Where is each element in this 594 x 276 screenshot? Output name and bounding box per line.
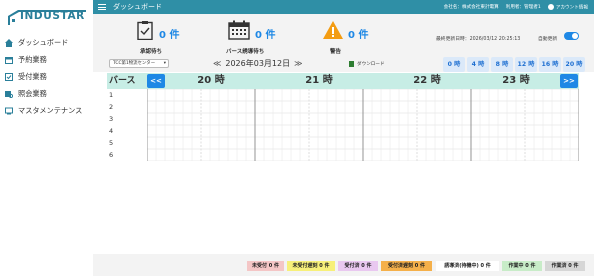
center-select-value: TCC第1物流センター	[113, 61, 156, 66]
prev-date-button[interactable]: ≪	[213, 59, 221, 68]
schedule-grid[interactable]	[147, 89, 579, 161]
hour-button-4[interactable]: 4 時	[467, 57, 489, 72]
hour-button-0[interactable]: 0 時	[443, 57, 465, 72]
hour-label-21: 21 時	[305, 75, 333, 86]
sidebar-item-label: 受付業務	[18, 71, 47, 81]
download-button[interactable]: ダウンロード	[349, 61, 385, 67]
company-name: 会社名：株式会社東計電算	[443, 5, 499, 10]
auto-update-toggle[interactable]	[564, 32, 579, 40]
date-navigator: ≪ 2026年03月12日 ≫	[213, 58, 302, 69]
hour-button-16[interactable]: 16 時	[539, 57, 561, 72]
master-icon	[5, 107, 13, 114]
app-logo[interactable]: INDUSTAR	[6, 8, 88, 26]
logo-text: INDUSTAR	[20, 10, 85, 22]
page-title: ダッシュボード	[113, 3, 162, 11]
stat-berth-wait[interactable]: 0 件 バース誘導待ち	[226, 14, 301, 57]
top-bar: ダッシュボード 会社名：株式会社東計電算 利用者：管理者1 アカウント情報	[93, 0, 594, 14]
approval-label: 承認待ち	[140, 49, 163, 55]
legend-unreceived-late: 未受付遅刻 0 件	[287, 261, 335, 271]
schedule-header: バース << 20 時 21 時 22 時 23 時 >>	[107, 73, 579, 89]
berth-row-1: 1	[109, 91, 114, 99]
inquiry-icon	[5, 90, 13, 98]
hour-button-12[interactable]: 12 時	[515, 57, 537, 72]
chevron-down-icon: ▾	[163, 61, 166, 66]
hour-button-20[interactable]: 20 時	[563, 57, 585, 72]
status-panel: 0 件 承認待ち 0 件 バース誘導待ち 0 件 警告 最終更新日時：2026/…	[93, 14, 594, 57]
hour-buttons: 0 時 4 時 8 時 12 時 16 時 20 時	[443, 57, 587, 72]
berth-row-3: 3	[109, 115, 114, 123]
sidebar-item-reservation[interactable]: 予約業務	[0, 51, 93, 68]
current-date[interactable]: 2026年03月12日	[225, 58, 290, 69]
reception-icon	[5, 72, 13, 81]
calendar-icon	[5, 56, 13, 64]
schedule-body: 1 2 3 4 5 6	[107, 89, 579, 161]
user-name: 利用者：管理者1	[505, 5, 541, 10]
next-date-button[interactable]: ≫	[294, 59, 302, 68]
berth-column-header: バース	[109, 76, 136, 86]
account-info-link[interactable]: アカウント情報	[547, 3, 588, 11]
hour-button-8[interactable]: 8 時	[491, 57, 513, 72]
sidebar: INDUSTAR ダッシュボード 予約業務 受付業務 照会業務 マスタメンテナン…	[0, 0, 93, 276]
legend-working: 作業中 0 件	[502, 261, 542, 271]
sidebar-item-label: マスタメンテナンス	[18, 105, 83, 115]
schedule-toolbar: TCC第1物流センター ▾ ≪ 2026年03月12日 ≫ ダウンロード 0 時…	[93, 57, 594, 72]
stat-approval[interactable]: 0 件 承認待ち	[133, 14, 203, 57]
account-icon	[547, 3, 554, 10]
topbar-info: 会社名：株式会社東計電算 利用者：管理者1 アカウント情報	[437, 0, 588, 14]
sidebar-item-master-maintenance[interactable]: マスタメンテナンス	[0, 102, 93, 119]
berth-row-2: 2	[109, 103, 114, 111]
last-updated: 最終更新日時：2026/03/12 20:25:13	[436, 37, 521, 42]
stat-warning[interactable]: 0 件 警告	[321, 14, 381, 57]
legend-received: 受付済 0 件	[338, 261, 378, 271]
auto-update-label: 自動更新	[538, 37, 558, 42]
legend-guided-waiting: 誘導済(待機中) 0 件	[436, 261, 499, 271]
calendar-icon	[228, 20, 250, 40]
sidebar-item-dashboard[interactable]: ダッシュボード	[0, 34, 93, 51]
legend-done: 作業済 0 件	[545, 261, 585, 271]
clipboard-icon	[137, 21, 153, 40]
approval-count: 0 件	[159, 30, 180, 41]
sidebar-item-reception[interactable]: 受付業務	[0, 68, 93, 85]
berth-row-4: 4	[109, 127, 114, 135]
berth-schedule: バース << 20 時 21 時 22 時 23 時 >> 1 2 3 4 5 …	[107, 73, 579, 161]
warning-icon	[323, 21, 343, 39]
status-legend: 未受付 0 件 未受付遅刻 0 件 受付済 0 件 受付済遅刻 0 件 誘導済(…	[93, 254, 594, 276]
berth-row-5: 5	[109, 139, 114, 147]
berth-wait-label: バース誘導待ち	[226, 49, 265, 55]
sidebar-nav: ダッシュボード 予約業務 受付業務 照会業務 マスタメンテナンス	[0, 34, 93, 119]
hour-label-23: 23 時	[502, 75, 530, 86]
download-label: ダウンロード	[357, 62, 385, 67]
sidebar-item-label: 予約業務	[18, 54, 47, 64]
account-info-label: アカウント情報	[555, 5, 588, 11]
warning-count: 0 件	[348, 30, 369, 41]
sidebar-item-label: 照会業務	[18, 88, 47, 98]
legend-unreceived: 未受付 0 件	[247, 261, 284, 271]
berth-row-6: 6	[109, 151, 114, 159]
sidebar-item-label: ダッシュボード	[18, 37, 69, 47]
app-root: INDUSTAR ダッシュボード 予約業務 受付業務 照会業務 マスタメンテナン…	[0, 0, 594, 276]
hour-label-20: 20 時	[197, 75, 225, 86]
legend-received-late: 受付済遅刻 0 件	[381, 261, 432, 271]
sidebar-item-inquiry[interactable]: 照会業務	[0, 85, 93, 102]
menu-icon[interactable]	[98, 4, 106, 10]
warning-label: 警告	[330, 49, 342, 55]
home-icon	[5, 38, 13, 47]
next-hours-button[interactable]: >>	[560, 74, 578, 88]
excel-icon	[349, 61, 354, 67]
center-select[interactable]: TCC第1物流センター ▾	[109, 59, 169, 68]
berth-wait-count: 0 件	[255, 30, 276, 41]
